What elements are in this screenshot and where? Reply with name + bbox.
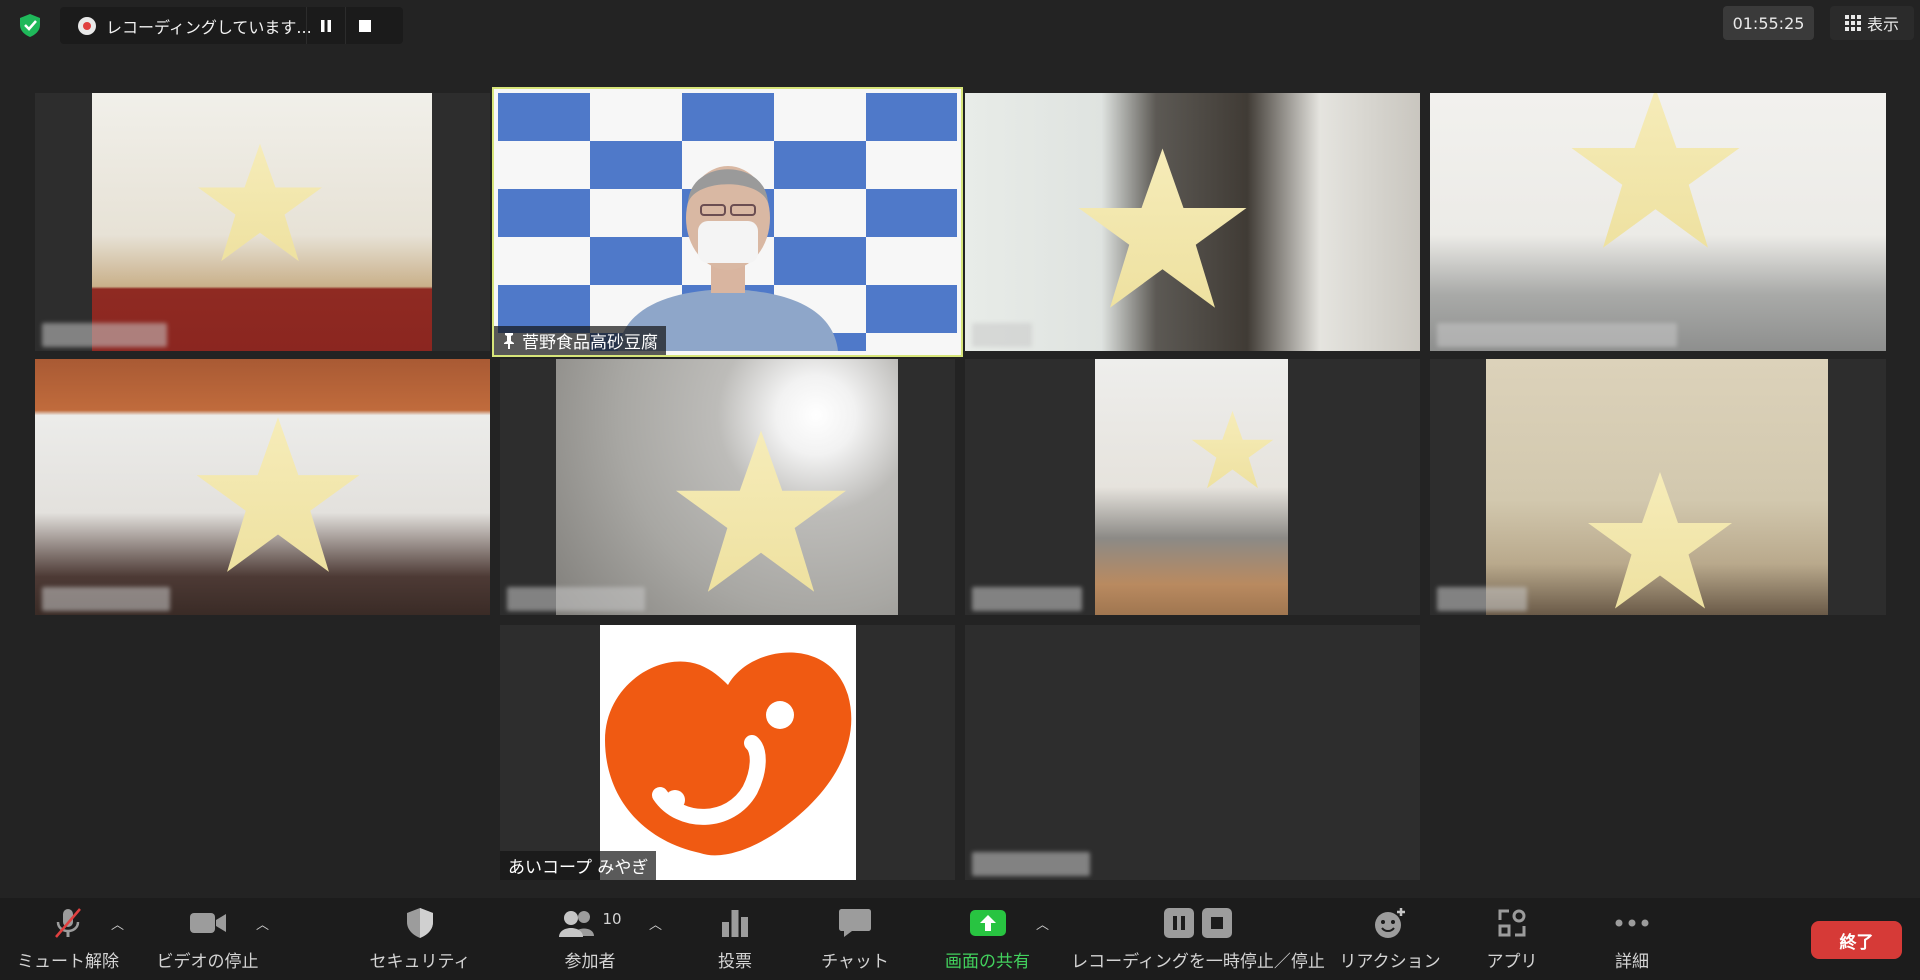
pause-icon	[1164, 908, 1194, 938]
security-button[interactable]: セキュリティ	[369, 898, 471, 980]
meeting-toolbar: ミュート解除 ︿ ビデオの停止 ︿ セキュリティ 10 参加者 ︿ 投票 チャッ…	[0, 898, 1920, 980]
security-shield-icon	[405, 905, 435, 941]
more-button[interactable]: 詳細	[1582, 898, 1682, 980]
more-icon	[1615, 905, 1649, 941]
face-cover-star	[1190, 409, 1275, 491]
recording-indicator: レコーディングしています...	[60, 7, 403, 44]
stop-recording-button[interactable]	[345, 7, 384, 44]
aicoop-logo-icon	[605, 652, 852, 856]
participant-tile-2-active-speaker[interactable]: 菅野食品高砂豆腐	[492, 87, 963, 357]
face-cover-star	[193, 414, 363, 577]
participant-tile-6[interactable]	[500, 359, 955, 615]
chat-label: チャット	[821, 952, 889, 972]
chat-button[interactable]: チャット	[805, 898, 905, 980]
reactions-label: リアクション	[1339, 952, 1441, 972]
participant-name-label: 菅野食品高砂豆腐	[494, 326, 666, 355]
participant-name-blurred	[972, 587, 1082, 611]
share-screen-button[interactable]: 画面の共有	[935, 898, 1040, 980]
face-cover-star	[195, 141, 325, 265]
audio-options-caret[interactable]: ︿	[111, 914, 124, 933]
end-meeting-button[interactable]: 終了	[1811, 921, 1902, 959]
participant-video-off	[965, 625, 1420, 880]
face-cover-star	[1585, 469, 1735, 613]
share-screen-label: 画面の共有	[945, 952, 1030, 972]
apps-icon	[1497, 905, 1527, 941]
reaction-icon	[1373, 905, 1407, 941]
participant-name-label: あいコープ みやぎ	[500, 851, 657, 880]
participant-name-blurred	[42, 587, 170, 611]
participant-tile-4[interactable]	[1430, 93, 1886, 351]
grid-icon	[1844, 15, 1861, 31]
participant-name-blurred	[972, 323, 1032, 347]
participant-tile-8[interactable]	[1430, 359, 1886, 615]
participants-options-caret[interactable]: ︿	[649, 914, 662, 933]
security-label: セキュリティ	[369, 952, 471, 972]
video-options-caret[interactable]: ︿	[256, 914, 269, 933]
meeting-timer: 01:55:25	[1723, 6, 1814, 40]
polls-label: 投票	[718, 952, 752, 972]
face-cover-star	[672, 427, 850, 597]
participant-tile-9[interactable]: あいコープ みやぎ	[500, 625, 955, 880]
pause-recording-button[interactable]	[306, 7, 345, 44]
recording-status-text: レコーディングしています...	[106, 17, 312, 37]
participant-name-blurred	[42, 323, 167, 347]
face-cover-star	[1568, 93, 1743, 253]
checker-backdrop	[498, 93, 957, 351]
unmute-label: ミュート解除	[17, 952, 119, 972]
participant-tile-3[interactable]	[965, 93, 1420, 351]
reactions-button[interactable]: リアクション	[1339, 898, 1441, 980]
stop-video-button[interactable]: ビデオの停止	[150, 898, 265, 980]
record-icon	[78, 16, 96, 35]
more-label: 詳細	[1615, 952, 1649, 972]
participant-name-blurred	[507, 587, 645, 611]
view-button[interactable]: 表示	[1830, 6, 1914, 40]
participant-name-blurred	[1437, 587, 1527, 611]
recording-pause-stop-icons	[1164, 905, 1232, 941]
security-shield-check-icon[interactable]	[14, 10, 46, 40]
participant-tile-7[interactable]	[965, 359, 1420, 615]
share-arrow-icon	[969, 905, 1007, 941]
apps-button[interactable]: アプリ	[1462, 898, 1562, 980]
participants-icon: 10	[558, 905, 622, 941]
participants-label: 参加者	[564, 952, 616, 972]
polls-icon	[721, 905, 749, 941]
participant-tile-5[interactable]	[35, 359, 490, 615]
share-options-caret[interactable]: ︿	[1036, 914, 1049, 933]
recording-control-button[interactable]: レコーディングを一時停止／停止	[1068, 898, 1328, 980]
participants-count: 10	[602, 910, 622, 928]
recording-control-label: レコーディングを一時停止／停止	[1071, 952, 1325, 972]
unmute-button[interactable]: ミュート解除	[17, 898, 119, 980]
apps-label: アプリ	[1486, 952, 1538, 972]
stop-icon	[359, 19, 371, 32]
participant-name-blurred	[972, 852, 1090, 876]
mic-muted-icon	[51, 905, 85, 941]
chat-icon	[838, 905, 872, 941]
video-camera-icon	[189, 905, 227, 941]
participant-tile-1[interactable]	[35, 93, 490, 351]
pin-icon	[504, 332, 514, 349]
stop-icon	[1202, 908, 1232, 938]
participant-tile-10[interactable]	[965, 625, 1420, 880]
view-label: 表示	[1866, 15, 1899, 34]
participants-button[interactable]: 10 参加者	[540, 898, 640, 980]
stop-video-label: ビデオの停止	[156, 952, 259, 972]
face-cover-star	[1075, 145, 1250, 313]
pause-icon	[321, 19, 331, 32]
participant-name-blurred	[1437, 323, 1677, 347]
polls-button[interactable]: 投票	[685, 898, 785, 980]
